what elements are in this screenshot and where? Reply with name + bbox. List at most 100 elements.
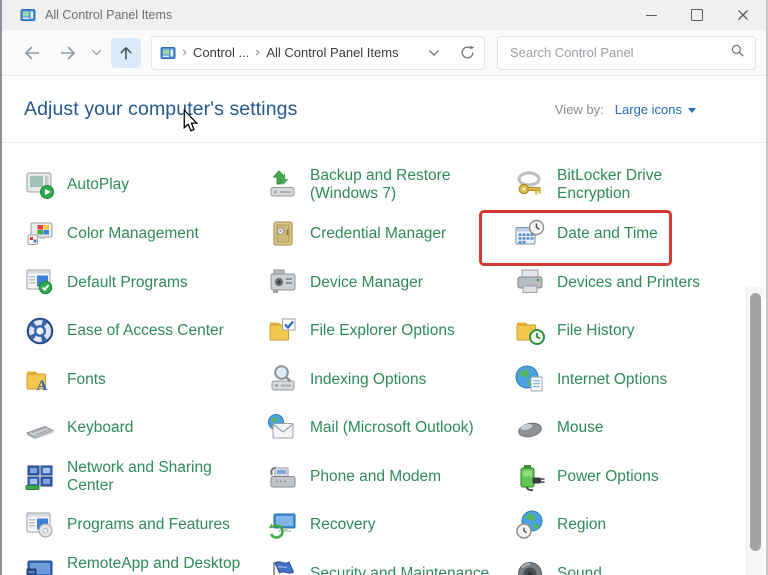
address-dropdown-button[interactable] [427,46,441,60]
item-label[interactable]: AutoPlay [67,176,129,194]
back-button[interactable] [22,43,42,63]
breadcrumb-chevron-icon [180,48,189,57]
item-label[interactable]: Keyboard [67,419,133,437]
item-internet-options[interactable]: Internet Options [514,355,724,404]
minimize-button[interactable] [628,0,674,30]
forward-button[interactable] [58,43,78,63]
item-recovery[interactable]: Recovery [267,501,514,550]
search-input[interactable] [508,44,730,61]
breadcrumb-current[interactable]: All Control Panel Items [266,45,398,60]
up-button[interactable] [111,37,141,68]
item-security-and-maintenance[interactable]: Security and Maintenance [267,550,514,575]
item-device-manager[interactable]: Device Manager [267,258,514,307]
item-date-and-time[interactable]: Date and Time [514,210,724,259]
item-label[interactable]: File Explorer Options [310,322,455,340]
chevron-down-icon [429,49,439,56]
item-region[interactable]: Region [514,501,724,550]
autoplay-icon [24,169,56,201]
item-indexing-options[interactable]: Indexing Options [267,355,514,404]
navigation-bar: Control ... All Control Panel Items [2,30,766,76]
search-icon[interactable] [730,43,745,63]
item-label[interactable]: Security and Maintenance [310,565,489,575]
recent-locations-button[interactable] [90,46,103,59]
item-label[interactable]: Programs and Features [67,516,230,534]
item-label[interactable]: Sound [557,565,602,575]
item-programs-and-features[interactable]: Programs and Features [24,501,267,550]
item-label[interactable]: Indexing Options [310,371,426,389]
item-label[interactable]: BitLocker Drive Encryption [557,167,724,203]
recovery-icon [267,509,299,541]
item-label[interactable]: Date and Time [557,225,658,243]
close-button[interactable] [720,0,766,30]
item-devices-and-printers[interactable]: Devices and Printers [514,258,724,307]
item-fonts[interactable]: Fonts [24,355,267,404]
item-file-history[interactable]: File History [514,307,724,356]
breadcrumb-root[interactable]: Control ... [193,45,249,60]
item-label[interactable]: Recovery [310,516,375,534]
item-label[interactable]: Device Manager [310,274,423,292]
security-maintenance-icon [267,558,299,575]
maximize-button[interactable] [674,0,720,30]
item-remoteapp[interactable]: RemoteApp and Desktop [24,550,267,575]
refresh-icon [461,45,475,59]
scrollbar-thumb[interactable] [750,293,761,551]
item-phone-and-modem[interactable]: Phone and Modem [267,453,514,502]
item-label[interactable]: RemoteApp and Desktop [67,555,240,573]
back-arrow-icon [25,46,40,59]
item-label[interactable]: Devices and Printers [557,274,700,292]
item-label[interactable]: Internet Options [557,371,667,389]
item-autoplay[interactable]: AutoPlay [24,161,267,210]
item-label[interactable]: Region [557,516,606,534]
item-label[interactable]: Color Management [67,225,199,243]
vertical-scrollbar[interactable] [746,287,764,575]
item-label[interactable]: Network and Sharing Center [67,459,239,495]
item-label[interactable]: Ease of Access Center [67,322,224,340]
sound-icon [514,558,546,575]
item-label[interactable]: Credential Manager [310,225,446,243]
close-icon [738,10,748,20]
view-by-label: View by: [554,101,604,117]
items-panel: AutoPlay Backup and Restore (Windows 7) … [2,143,766,575]
item-credential-manager[interactable]: Credential Manager [267,210,514,259]
search-box[interactable] [497,35,756,70]
item-mail[interactable]: Mail (Microsoft Outlook) [267,404,514,453]
item-backup-and-restore[interactable]: Backup and Restore (Windows 7) [267,161,514,210]
control-panel-window: All Control Panel Items Control ... All … [0,0,768,575]
title-bar: All Control Panel Items [2,0,766,30]
item-power-options[interactable]: Power Options [514,453,724,502]
item-keyboard[interactable]: Keyboard [24,404,267,453]
item-label[interactable]: File History [557,322,635,340]
file-history-icon [514,315,546,347]
item-label[interactable]: Phone and Modem [310,468,441,486]
forward-arrow-icon [60,46,75,59]
item-label[interactable]: Mouse [557,419,604,437]
indexing-options-icon [267,364,299,396]
ease-of-access-icon [24,315,56,347]
region-icon [514,509,546,541]
address-bar[interactable]: Control ... All Control Panel Items [151,35,485,70]
item-label[interactable]: Mail (Microsoft Outlook) [310,419,474,437]
control-panel-icon [160,45,176,61]
file-explorer-options-icon [267,315,299,347]
view-by-value: Large icons [614,101,682,117]
refresh-button[interactable] [459,44,476,61]
item-color-management[interactable]: Color Management [24,210,267,259]
fonts-icon [24,364,56,396]
item-default-programs[interactable]: Default Programs [24,258,267,307]
view-by-dropdown[interactable]: Large icons [615,102,696,117]
window-title: All Control Panel Items [45,8,173,22]
chevron-down-icon [92,49,101,56]
item-file-explorer-options[interactable]: File Explorer Options [267,307,514,356]
item-label[interactable]: Backup and Restore (Windows 7) [310,167,482,203]
item-label[interactable]: Default Programs [67,274,188,292]
item-bitlocker[interactable]: BitLocker Drive Encryption [514,161,724,210]
control-panel-app-icon [20,7,36,23]
item-label[interactable]: Fonts [67,371,106,389]
item-mouse[interactable]: Mouse [514,404,724,453]
item-label[interactable]: Power Options [557,468,659,486]
item-sound[interactable]: Sound [514,550,724,575]
caret-down-icon [688,107,696,113]
item-ease-of-access[interactable]: Ease of Access Center [24,307,267,356]
item-network-sharing[interactable]: Network and Sharing Center [24,453,267,502]
device-manager-icon [267,266,299,298]
